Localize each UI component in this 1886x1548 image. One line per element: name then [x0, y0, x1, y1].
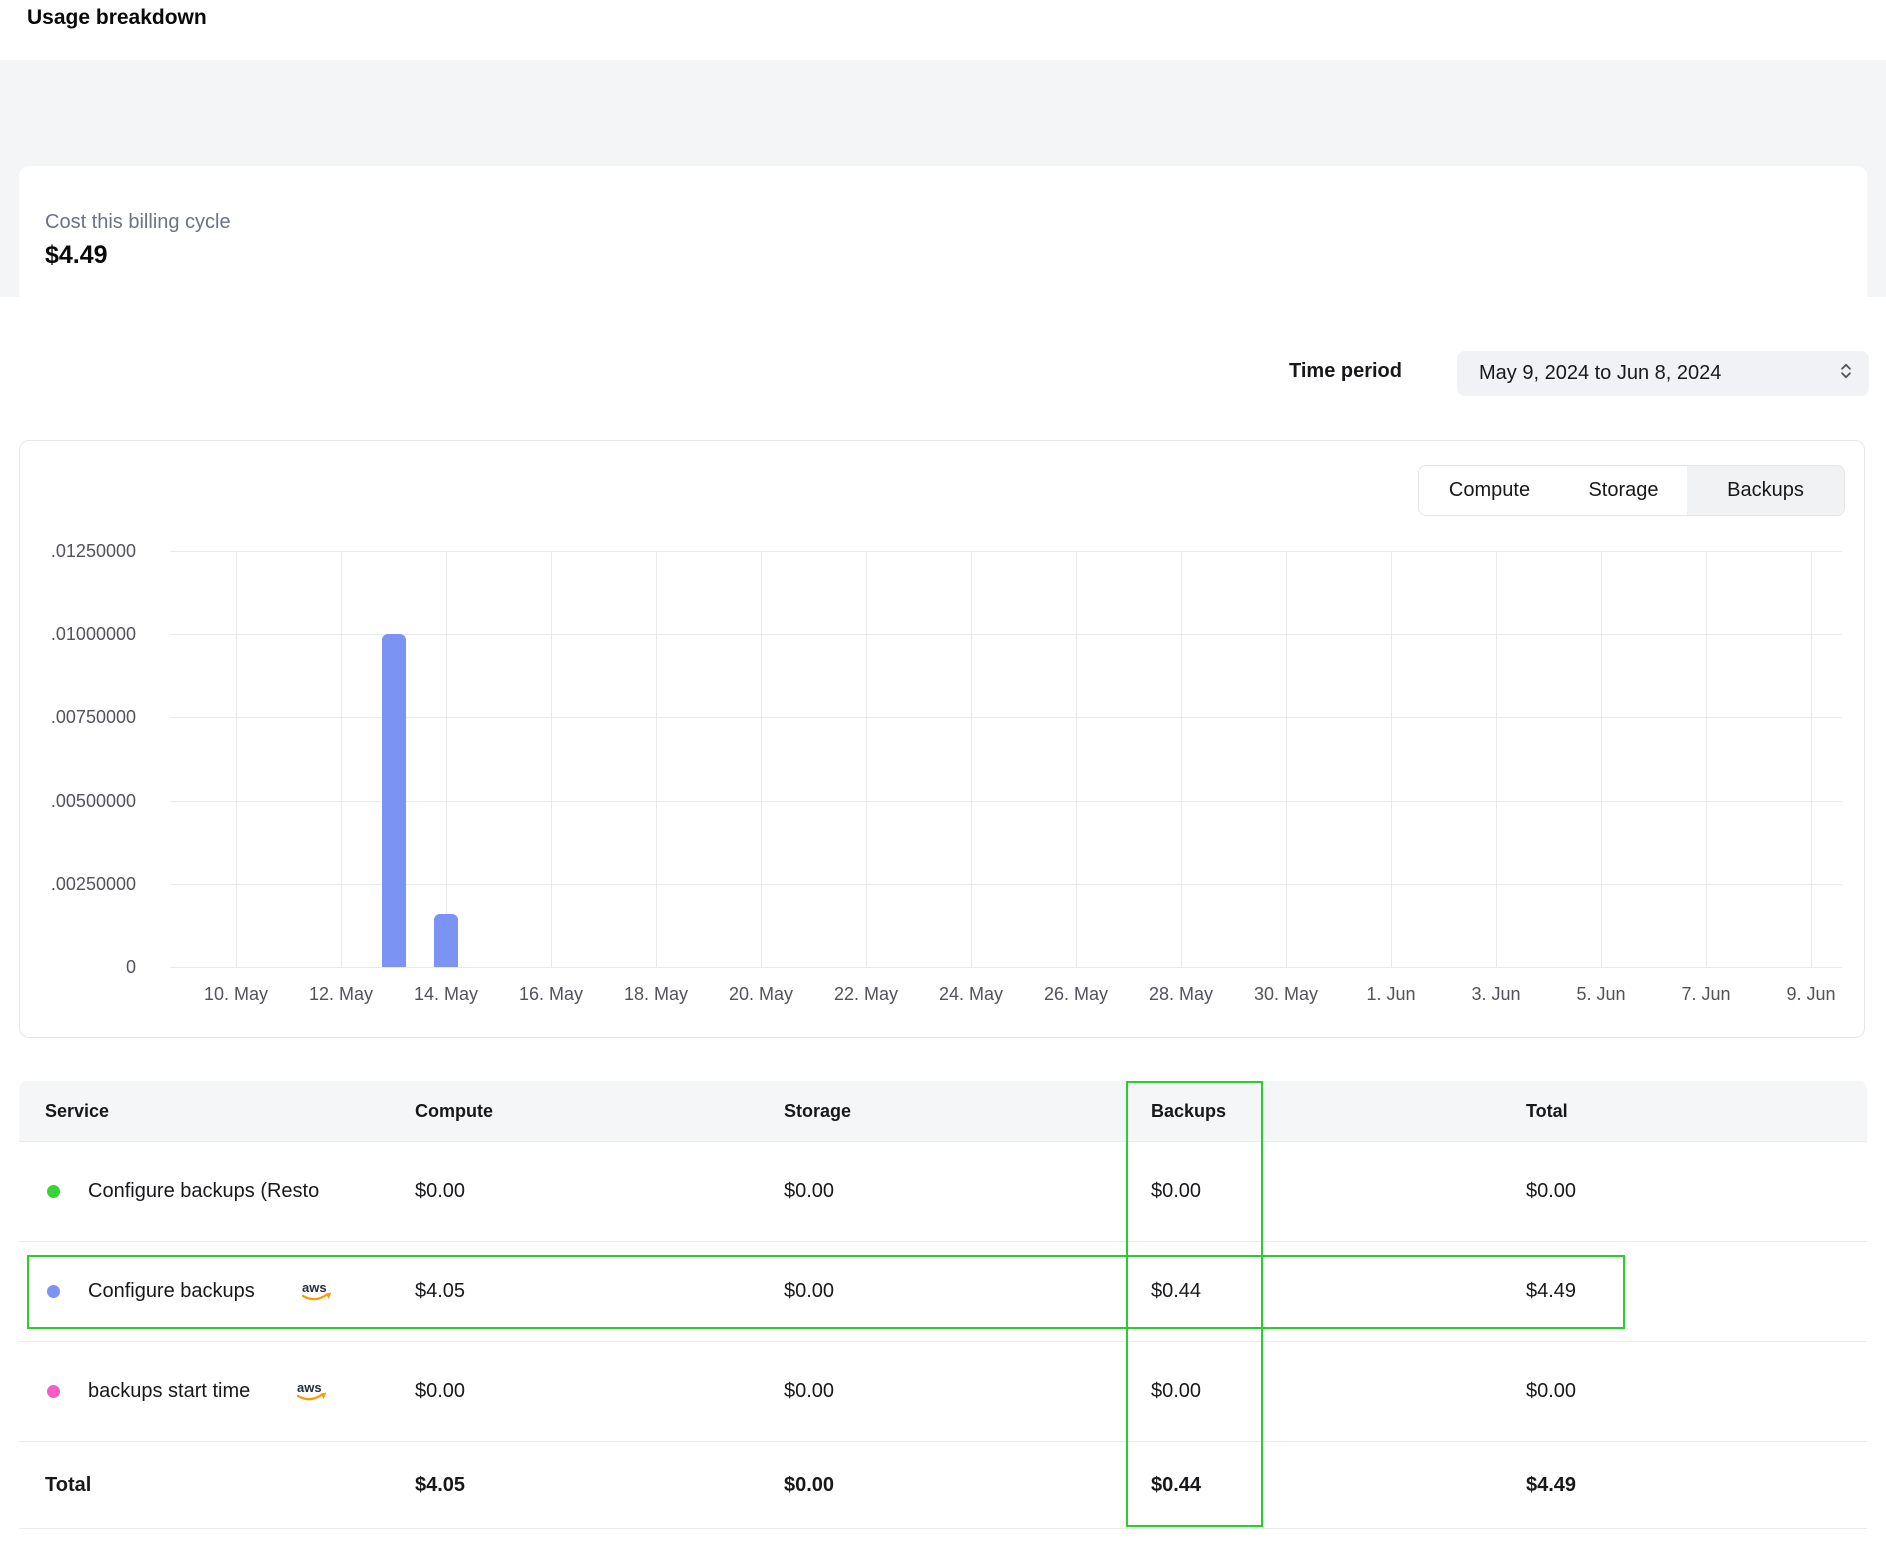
compute-total: $4.05 [415, 1474, 784, 1497]
x-axis-label: 1. Jun [1331, 983, 1451, 1005]
table-row: backups start time aws $0.00 $0.00 $0.00… [19, 1341, 1867, 1441]
y-axis-label: .00750000 [20, 706, 136, 728]
x-axis-label: 16. May [491, 983, 611, 1005]
storage-total: $0.00 [784, 1474, 1151, 1497]
chevron-up-down-icon [1837, 362, 1855, 385]
backups-total: $0.44 [1151, 1474, 1526, 1497]
backups-bar-chart: .01250000 .01000000 .00750000 .00500000 .002… [20, 441, 1864, 1037]
usage-breakdown-page: Usage breakdown Cost this billing cycle … [0, 0, 1886, 1548]
h-gridline [170, 967, 1842, 968]
v-gridline [551, 551, 552, 967]
column-header-service: Service [45, 1101, 415, 1122]
compute-value: $0.00 [415, 1380, 784, 1403]
y-axis-label: .01000000 [20, 623, 136, 645]
time-period-select[interactable]: May 9, 2024 to Jun 8, 2024 [1457, 351, 1869, 396]
x-axis-label: 3. Jun [1436, 983, 1556, 1005]
x-axis-label: 22. May [806, 983, 926, 1005]
service-name: Configure backups (Resto [88, 1180, 319, 1203]
x-axis-label: 24. May [911, 983, 1031, 1005]
total-value: $0.00 [1526, 1380, 1867, 1403]
column-header-backups: Backups [1151, 1101, 1526, 1122]
y-axis-label: .01250000 [20, 540, 136, 562]
table-header-row: Service Compute Storage Backups Total [19, 1081, 1867, 1141]
v-gridline [1496, 551, 1497, 967]
v-gridline [341, 551, 342, 967]
table-row: Configure backups aws $4.05 $0.00 $0.44 … [19, 1241, 1867, 1341]
grand-total: $4.49 [1526, 1474, 1867, 1497]
storage-value: $0.00 [784, 1380, 1151, 1403]
backups-value: $0.44 [1151, 1280, 1526, 1303]
v-gridline [1811, 551, 1812, 967]
storage-value: $0.00 [784, 1280, 1151, 1303]
x-axis-label: 9. Jun [1751, 983, 1871, 1005]
table-total-row: Total $4.05 $0.00 $0.44 $4.49 [19, 1441, 1867, 1528]
series-dot-blue [47, 1285, 60, 1298]
series-dot-green [47, 1185, 60, 1198]
v-gridline [1391, 551, 1392, 967]
billing-cycle-label: Cost this billing cycle [45, 210, 1841, 234]
v-gridline [1601, 551, 1602, 967]
x-axis-label: 30. May [1226, 983, 1346, 1005]
time-period-value: May 9, 2024 to Jun 8, 2024 [1479, 362, 1721, 385]
y-axis-label: .00250000 [20, 873, 136, 895]
x-axis-label: 10. May [176, 983, 296, 1005]
chart-bar [382, 634, 406, 967]
backups-value: $0.00 [1151, 1180, 1526, 1203]
compute-value: $0.00 [415, 1180, 784, 1203]
v-gridline [1706, 551, 1707, 967]
service-name: Configure backups [88, 1280, 255, 1303]
v-gridline [656, 551, 657, 967]
v-gridline [1076, 551, 1077, 967]
column-header-compute: Compute [415, 1101, 784, 1122]
page-title: Usage breakdown [27, 6, 207, 30]
v-gridline [1286, 551, 1287, 967]
total-value: $0.00 [1526, 1180, 1867, 1203]
usage-chart-card: Compute Storage Backups .01250000.010000… [19, 440, 1865, 1038]
h-gridline [170, 801, 1842, 802]
h-gridline [170, 717, 1842, 718]
compute-value: $4.05 [415, 1280, 784, 1303]
x-axis-label: 28. May [1121, 983, 1241, 1005]
x-axis-label: 5. Jun [1541, 983, 1661, 1005]
backups-value: $0.00 [1151, 1380, 1526, 1403]
v-gridline [971, 551, 972, 967]
v-gridline [446, 551, 447, 967]
y-axis-label: 0 [20, 956, 136, 978]
h-gridline [170, 884, 1842, 885]
aws-logo-icon: aws [299, 1280, 335, 1307]
svg-text:aws: aws [297, 1380, 322, 1395]
x-axis-label: 12. May [281, 983, 401, 1005]
billing-summary-band: Cost this billing cycle $4.49 [0, 60, 1886, 297]
svg-text:aws: aws [302, 1280, 327, 1295]
x-axis-label: 26. May [1016, 983, 1136, 1005]
x-axis-label: 14. May [386, 983, 506, 1005]
series-dot-pink [47, 1385, 60, 1398]
storage-value: $0.00 [784, 1180, 1151, 1203]
y-axis-label: .00500000 [20, 790, 136, 812]
v-gridline [1181, 551, 1182, 967]
v-gridline [236, 551, 237, 967]
aws-logo-icon: aws [294, 1380, 330, 1407]
service-name: backups start time [88, 1380, 250, 1403]
v-gridline [866, 551, 867, 967]
total-value: $4.49 [1526, 1280, 1867, 1303]
usage-table: Service Compute Storage Backups Total Co… [19, 1081, 1867, 1529]
x-axis-label: 20. May [701, 983, 821, 1005]
column-header-storage: Storage [784, 1101, 1151, 1122]
time-period-label: Time period [1289, 360, 1402, 383]
h-gridline [170, 551, 1842, 552]
table-row: Configure backups (Resto $0.00 $0.00 $0.… [19, 1141, 1867, 1241]
column-header-total: Total [1526, 1101, 1867, 1122]
v-gridline [761, 551, 762, 967]
h-gridline [170, 634, 1842, 635]
chart-bar [434, 914, 458, 967]
billing-cycle-amount: $4.49 [45, 241, 1841, 269]
x-axis-label: 7. Jun [1646, 983, 1766, 1005]
total-row-label: Total [45, 1474, 415, 1497]
billing-cost-card: Cost this billing cycle $4.49 [19, 166, 1867, 316]
x-axis-label: 18. May [596, 983, 716, 1005]
